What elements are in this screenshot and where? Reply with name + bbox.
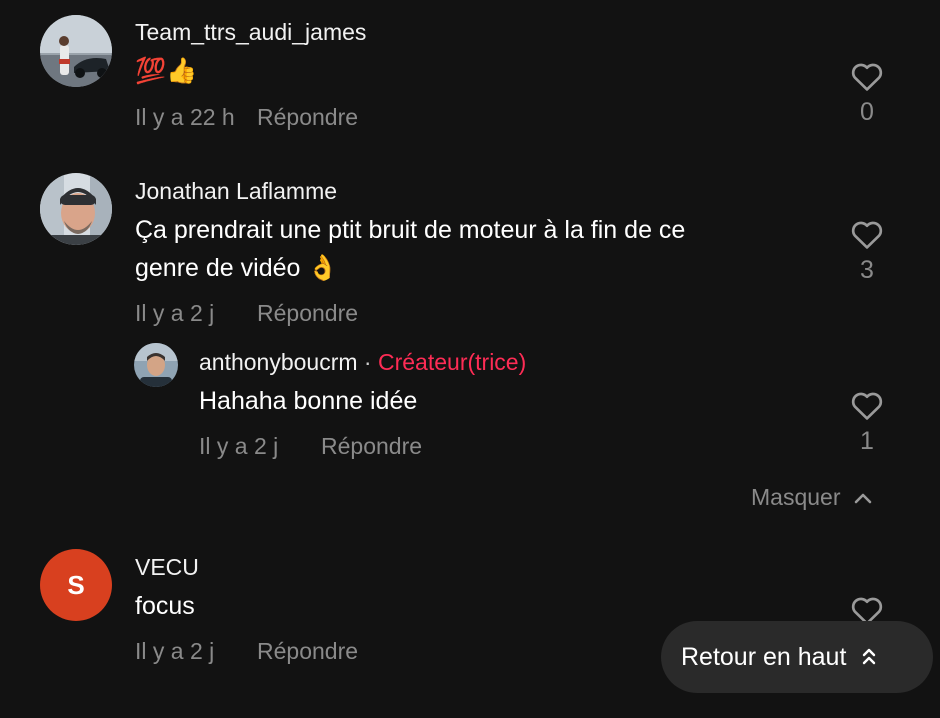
hide-replies-button[interactable]: Masquer bbox=[751, 484, 872, 511]
like-button[interactable]: 1 bbox=[837, 389, 897, 456]
comment-username[interactable]: Jonathan Laflamme bbox=[135, 178, 337, 205]
reply-button[interactable]: Répondre bbox=[257, 638, 358, 665]
comment-text-line-2: genre de vidéo 👌 bbox=[135, 254, 339, 282]
reply-button[interactable]: Répondre bbox=[257, 300, 358, 327]
like-count: 3 bbox=[860, 256, 874, 284]
comment-timestamp: Il y a 2 j bbox=[135, 300, 215, 326]
heart-outline-icon bbox=[851, 63, 883, 91]
creator-badge: Créateur(trice) bbox=[378, 349, 527, 375]
avatar-jonathan-laflamme[interactable] bbox=[40, 173, 112, 245]
heart-outline-icon bbox=[851, 221, 883, 249]
reply-timestamp: Il y a 2 j bbox=[199, 433, 279, 459]
like-button[interactable]: 3 bbox=[837, 218, 897, 285]
avatar-vecu[interactable]: S bbox=[40, 549, 112, 621]
reply-button[interactable]: Répondre bbox=[257, 104, 358, 131]
like-count: 1 bbox=[860, 427, 874, 455]
reply-username[interactable]: anthonyboucrm bbox=[199, 349, 358, 375]
avatar-letter: S bbox=[67, 569, 85, 600]
comment-text: 💯👍 bbox=[135, 57, 198, 85]
comment-text: focus bbox=[135, 592, 195, 620]
comment-username[interactable]: Team_ttrs_audi_james bbox=[135, 19, 366, 46]
back-to-top-button[interactable]: Retour en haut bbox=[661, 621, 933, 693]
comment-username[interactable]: VECU bbox=[135, 554, 199, 581]
comment-timestamp: Il y a 2 j bbox=[135, 638, 215, 664]
avatar-anthonyboucrm[interactable] bbox=[134, 343, 178, 387]
reply-text: Hahaha bonne idée bbox=[199, 387, 418, 415]
like-button[interactable]: 0 bbox=[837, 60, 897, 127]
hide-replies-label: Masquer bbox=[751, 484, 841, 510]
avatar-team-ttrs-audi-james[interactable] bbox=[40, 15, 112, 87]
like-count: 0 bbox=[860, 98, 874, 126]
reply-username-row: anthonyboucrm · Créateur(trice) bbox=[199, 349, 526, 376]
comment-timestamp: Il y a 22 h bbox=[135, 104, 235, 130]
chevron-up-icon bbox=[855, 493, 872, 503]
heart-outline-icon bbox=[851, 392, 883, 420]
double-chevron-up-icon bbox=[863, 648, 876, 665]
back-to-top-label: Retour en haut bbox=[681, 642, 847, 671]
reply-button[interactable]: Répondre bbox=[321, 433, 422, 460]
comment-text-line-1: Ça prendrait une ptit bruit de moteur à … bbox=[135, 216, 686, 244]
username-separator: · bbox=[357, 349, 378, 375]
